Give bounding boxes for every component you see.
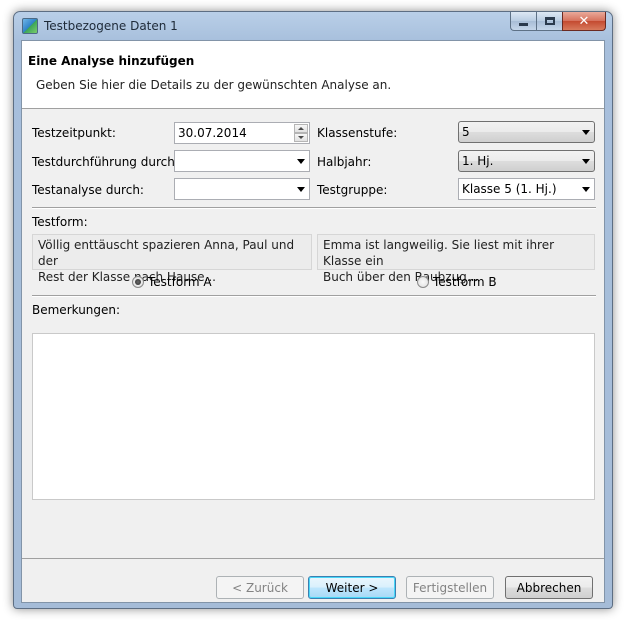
bemerkungen-textarea[interactable] [32,333,595,500]
klassenstufe-label: Klassenstufe: [317,126,398,140]
close-button[interactable]: ✕ [562,12,606,31]
maximize-icon [544,17,555,25]
chevron-down-icon [582,159,590,164]
testdurchfuehrung-combobox[interactable] [174,150,310,172]
finish-button[interactable]: Fertigstellen [406,576,494,599]
wizard-header: Eine Analyse hinzufügen Geben Sie hier d… [22,41,604,109]
chevron-down-icon [297,159,305,164]
radio-checked-icon[interactable] [132,276,144,288]
minimize-icon [519,22,528,26]
testform-a-text-line1: Völlig enttäuscht spazieren Anna, Paul u… [38,238,295,268]
testzeitpunkt-label: Testzeitpunkt: [32,126,116,140]
minimize-button[interactable] [510,12,536,31]
date-spinner [294,124,308,142]
klassenstufe-value: 5 [462,125,470,139]
radio-unchecked-icon[interactable] [417,276,429,288]
separator [32,295,596,297]
spin-up-icon[interactable] [294,124,308,133]
caption-buttons: ✕ [510,12,606,32]
testform-b-radio-label: Testform B [433,275,497,289]
testgruppe-combobox[interactable]: Klasse 5 (1. Hj.) [458,178,595,200]
title-bar[interactable]: Testbezogene Daten 1 ✕ [14,12,612,40]
back-button[interactable]: < Zurück [216,576,304,599]
spin-down-icon[interactable] [294,133,308,142]
testgruppe-label: Testgruppe: [317,183,388,197]
page-title: Eine Analyse hinzufügen [28,54,195,68]
testform-b-preview: Emma ist langweilig. Sie liest mit ihrer… [317,234,595,284]
klassenstufe-combobox[interactable]: 5 [458,121,595,143]
chevron-down-icon [297,187,305,192]
testgruppe-value: Klasse 5 (1. Hj.) [462,182,557,196]
window-title: Testbezogene Daten 1 [44,19,178,33]
chevron-down-icon [582,130,590,135]
testdurchfuehrung-label: Testdurchführung durch: [32,155,179,169]
testform-a-radio-label: Testform A [148,275,212,289]
halbjahr-label: Halbjahr: [317,155,372,169]
testform-label: Testform: [32,215,88,229]
dialog-window: Testbezogene Daten 1 ✕ Eine Analyse hinz… [13,11,613,609]
testanalyse-combobox[interactable] [174,178,310,200]
close-icon: ✕ [578,13,590,29]
dialog-client-area: Eine Analyse hinzufügen Geben Sie hier d… [21,40,605,603]
halbjahr-combobox[interactable]: 1. Hj. [458,150,595,172]
maximize-button[interactable] [536,12,562,31]
testanalyse-label: Testanalyse durch: [32,183,144,197]
app-icon [22,18,38,34]
separator [32,207,596,209]
testform-a-preview: Völlig enttäuscht spazieren Anna, Paul u… [32,234,312,284]
testzeitpunkt-value: 30.07.2014 [178,126,247,140]
cancel-button[interactable]: Abbrechen [505,576,593,599]
button-bar: < Zurück Weiter > Fertigstellen Abbreche… [22,558,604,603]
bemerkungen-label: Bemerkungen: [32,303,121,317]
chevron-down-icon [582,187,590,192]
testform-b-radio[interactable]: Testform B [417,275,497,289]
testform-b-text-line1: Emma ist langweilig. Sie liest mit ihrer… [323,238,555,268]
halbjahr-value: 1. Hj. [462,154,494,168]
next-button[interactable]: Weiter > [308,576,396,599]
testform-a-radio[interactable]: Testform A [132,275,212,289]
testzeitpunkt-date-field[interactable]: 30.07.2014 [174,122,310,144]
page-description: Geben Sie hier die Details zu der gewüns… [36,78,392,92]
